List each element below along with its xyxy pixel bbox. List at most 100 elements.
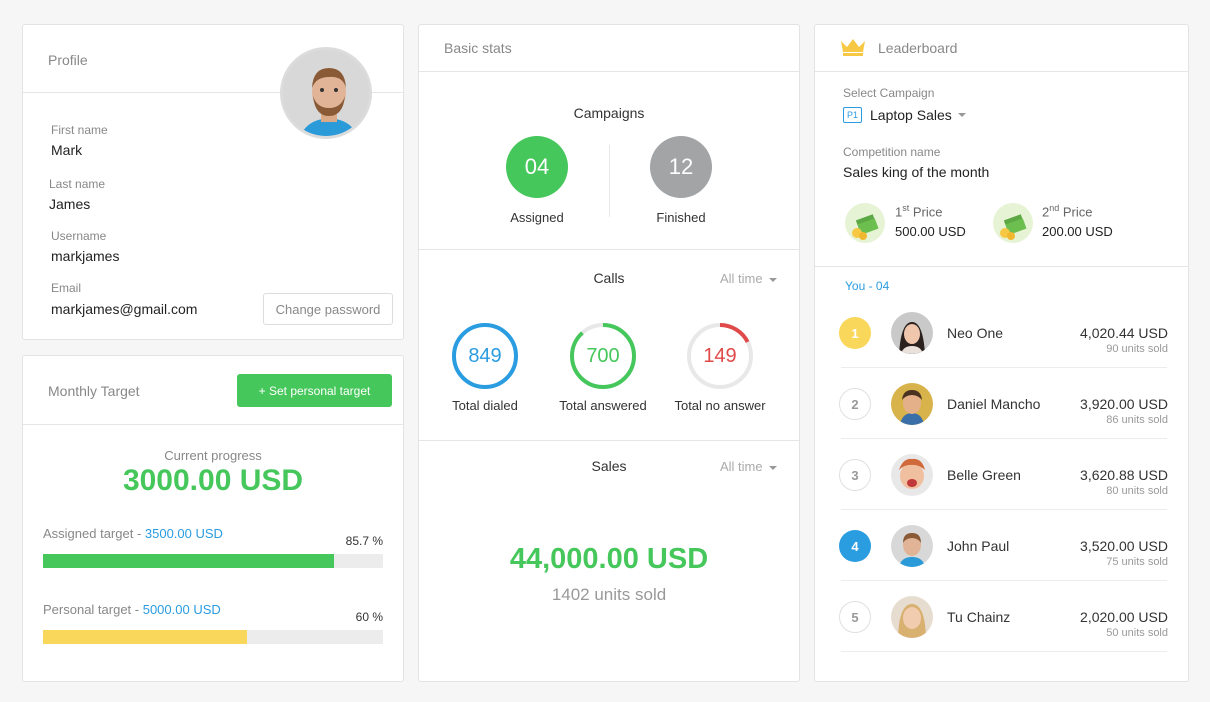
- leader-units: 75 units sold: [1106, 556, 1168, 568]
- leader-name: Daniel Mancho: [947, 396, 1041, 412]
- divider: [23, 424, 403, 425]
- chevron-down-icon: [768, 465, 777, 470]
- rank-badge: 1: [839, 317, 871, 349]
- leader-name: Neo One: [947, 325, 1004, 341]
- personal-target-bar-fill: [43, 630, 247, 644]
- avatar: [891, 454, 933, 496]
- sales-filter-dropdown[interactable]: All time: [720, 459, 777, 474]
- finished-campaigns-circle: 12: [650, 136, 712, 198]
- divider: [419, 71, 799, 72]
- second-prize-value: 200.00 USD: [1042, 224, 1113, 239]
- assigned-campaigns-label: Assigned: [510, 210, 564, 225]
- sales-filter-label: All time: [720, 459, 763, 474]
- total-no-answer-label: Total no answer: [674, 398, 766, 413]
- money-icon: [845, 203, 885, 243]
- row-divider: [841, 438, 1167, 439]
- profile-title: Profile: [48, 52, 88, 68]
- monthly-target-card: Monthly Target + Set personal target Cur…: [22, 355, 404, 682]
- leader-name: Tu Chainz: [947, 609, 1011, 625]
- second-prize-suffix: nd: [1049, 203, 1060, 213]
- finished-campaigns-label: Finished: [656, 210, 706, 225]
- divider: [419, 440, 799, 441]
- campaign-select[interactable]: P1 Laptop Sales: [843, 107, 966, 123]
- avatar: [891, 312, 933, 354]
- avatar: [891, 525, 933, 567]
- row-divider: [841, 580, 1167, 581]
- first-name-label: First name: [51, 123, 108, 137]
- row-divider: [841, 367, 1167, 368]
- last-name-value: James: [49, 196, 91, 212]
- leader-units: 90 units sold: [1106, 343, 1168, 355]
- rank-badge: 4: [839, 530, 871, 562]
- leader-amount: 4,020.44 USD: [1080, 325, 1168, 341]
- personal-target-bar: [43, 630, 383, 644]
- sales-amount: 44,000.00 USD: [509, 543, 709, 575]
- rank-badge: 5: [839, 601, 871, 633]
- assigned-campaigns-circle: 04: [506, 136, 568, 198]
- total-no-answer-value: 149: [703, 344, 737, 367]
- competition-name-label: Competition name: [843, 145, 941, 159]
- basic-stats-title: Basic stats: [444, 40, 512, 56]
- last-name-label: Last name: [49, 177, 106, 191]
- leaderboard-title: Leaderboard: [878, 40, 958, 56]
- set-personal-target-button[interactable]: + Set personal target: [237, 374, 392, 407]
- money-icon: [993, 203, 1033, 243]
- crown-icon: [841, 39, 865, 56]
- leader-amount: 3,620.88 USD: [1080, 467, 1168, 483]
- personal-target-label: Personal target - 5000.00 USD: [43, 602, 221, 617]
- first-prize-label: 1st Price: [895, 203, 942, 219]
- leaderboard-card: Leaderboard Select Campaign P1 Laptop Sa…: [814, 24, 1189, 682]
- leader-amount: 3,920.00 USD: [1080, 396, 1168, 412]
- current-progress-label: Current progress: [164, 448, 262, 463]
- avatar: [891, 383, 933, 425]
- total-answered-value: 700: [586, 344, 620, 367]
- leader-units: 86 units sold: [1106, 414, 1168, 426]
- first-prize-text: Price: [909, 204, 943, 220]
- rank-badge: 2: [839, 388, 871, 420]
- change-password-button[interactable]: Change password: [263, 293, 393, 325]
- total-dialed-value: 849: [468, 344, 502, 367]
- leader-name: Belle Green: [947, 467, 1021, 483]
- leader-amount: 3,520.00 USD: [1080, 538, 1168, 554]
- basic-stats-card: Basic stats Campaigns 04 Assigned 12 Fin…: [418, 24, 800, 682]
- chevron-down-icon: [768, 277, 777, 282]
- row-divider: [841, 651, 1167, 652]
- leader-amount: 2,020.00 USD: [1080, 609, 1168, 625]
- divider: [815, 266, 1188, 267]
- select-campaign-label: Select Campaign: [843, 86, 935, 100]
- assigned-target-bar-fill: [43, 554, 335, 568]
- row-divider: [841, 509, 1167, 510]
- assigned-target-value: 3500.00 USD: [144, 526, 223, 541]
- chevron-down-icon: [957, 113, 966, 117]
- monthly-target-title: Monthly Target: [48, 383, 140, 399]
- second-prize-text: Price: [1059, 204, 1093, 220]
- leader-name: John Paul: [947, 538, 1010, 554]
- calls-filter-label: All time: [720, 271, 763, 286]
- divider: [419, 249, 799, 250]
- username-value: markjames: [51, 248, 120, 264]
- total-answered-label: Total answered: [559, 398, 647, 413]
- total-dialed-label: Total dialed: [452, 398, 518, 413]
- assigned-target-label: Assigned target - 3500.00 USD: [43, 526, 223, 541]
- username-label: Username: [51, 229, 107, 243]
- current-progress-value: 3000.00 USD: [122, 464, 304, 497]
- email-value: markjames@gmail.com: [51, 301, 198, 317]
- profile-avatar: [280, 47, 372, 139]
- leader-units: 80 units sold: [1106, 485, 1168, 497]
- campaigns-divider: [609, 145, 610, 217]
- competition-name-value: Sales king of the month: [843, 164, 990, 180]
- second-prize-label: 2nd Price: [1042, 203, 1092, 219]
- email-label: Email: [51, 281, 82, 295]
- calls-filter-dropdown[interactable]: All time: [720, 271, 777, 286]
- divider: [815, 71, 1188, 72]
- campaign-badge: P1: [843, 107, 863, 123]
- personal-target-text: Personal target -: [43, 602, 143, 617]
- rank-badge: 3: [839, 459, 871, 491]
- assigned-target-percent: 85.7 %: [345, 534, 383, 548]
- first-name-value: Mark: [51, 142, 83, 158]
- sales-units: 1402 units sold: [551, 585, 667, 604]
- campaign-name: Laptop Sales: [870, 107, 952, 123]
- leader-units: 50 units sold: [1106, 627, 1168, 639]
- campaigns-title: Campaigns: [573, 105, 645, 121]
- personal-target-percent: 60 %: [355, 610, 383, 624]
